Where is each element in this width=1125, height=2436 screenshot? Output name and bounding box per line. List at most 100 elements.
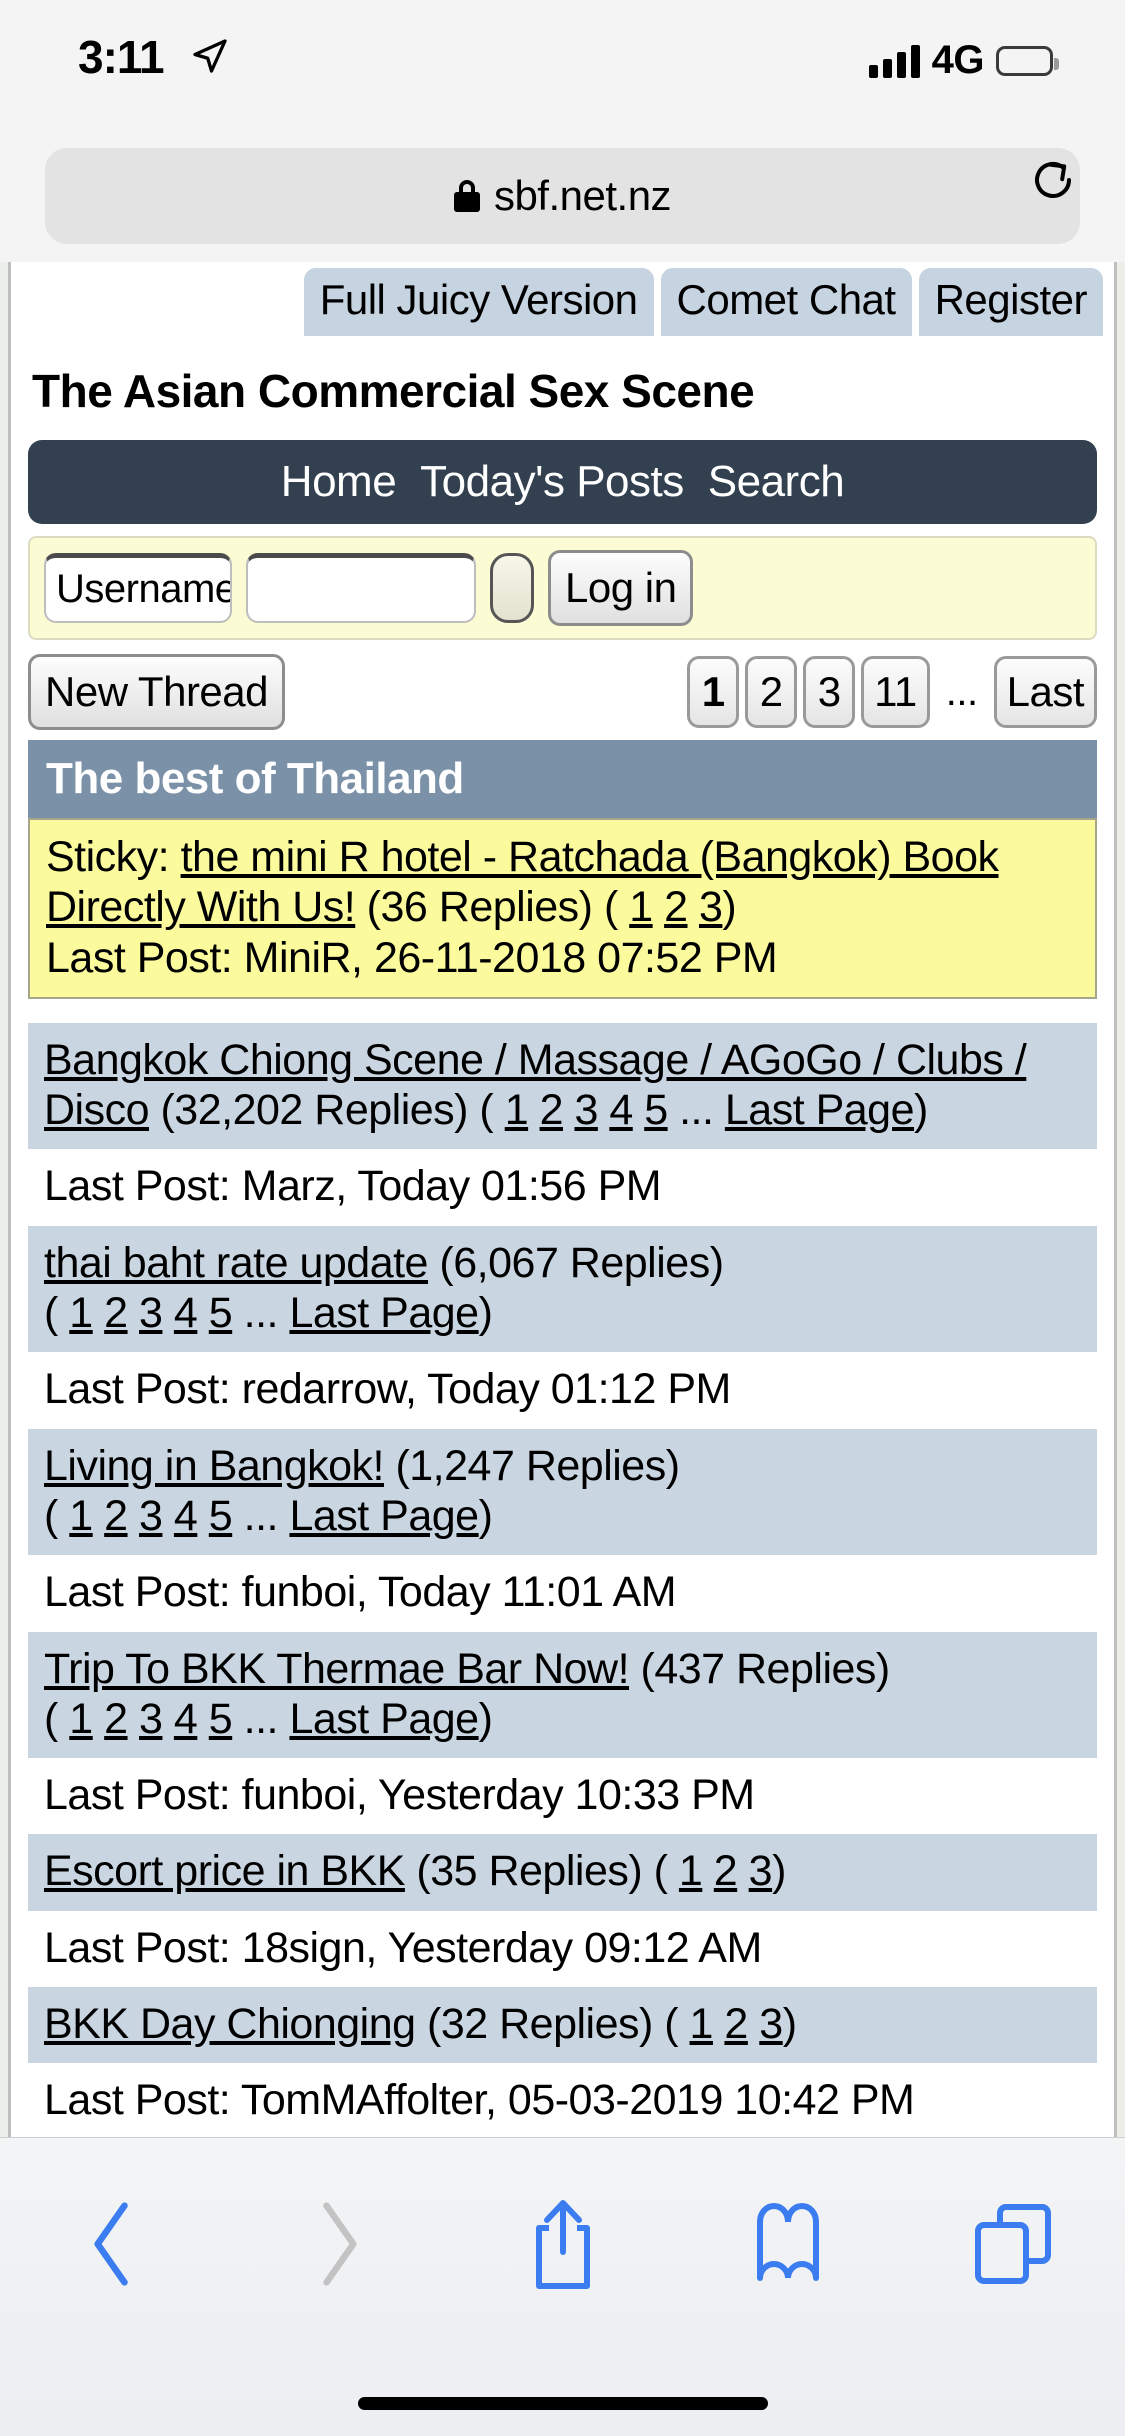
cellular-bars-icon [868, 44, 920, 78]
bookmarks-button[interactable] [675, 2202, 900, 2286]
table-row: Last Post: redarrow, Today 01:12 PM [28, 1352, 1097, 1429]
tab-full-juicy-version[interactable]: Full Juicy Version [303, 268, 654, 336]
phone-screen: 3:11 4G sbf.net.nz Full Juicy Version Co… [0, 0, 1125, 2436]
sticky-page-1[interactable]: 1 [629, 883, 653, 931]
battery-icon [996, 45, 1059, 76]
thread-page-3[interactable]: 3 [749, 1847, 773, 1895]
tab-register[interactable]: Register [918, 268, 1103, 336]
table-row: Last Post: funboi, Yesterday 10:33 PM [28, 1758, 1097, 1835]
thread-last-page-link[interactable]: Last Page [289, 1289, 479, 1337]
thread-ellipsis: ... [232, 1491, 290, 1540]
thread-ellipsis: ... [232, 1694, 290, 1743]
thread-page-5[interactable]: 5 [209, 1289, 233, 1337]
table-row: thai baht rate update (6,067 Replies) ( 1… [28, 1225, 1097, 1353]
nav-item-todays-posts[interactable]: Today's Posts [420, 457, 684, 507]
thread-link[interactable]: BKK Day Chionging [44, 2000, 416, 2048]
thread-suffix: ) [478, 1491, 493, 1540]
page-button-last[interactable]: Last [993, 656, 1097, 728]
thread-page-5[interactable]: 5 [209, 1695, 233, 1743]
sticky-page-2[interactable]: 2 [664, 883, 688, 931]
tab-comet-chat[interactable]: Comet Chat [660, 268, 912, 336]
username-input[interactable]: Username [44, 553, 232, 623]
thread-page-1[interactable]: 1 [679, 1847, 703, 1895]
thread-page-2[interactable]: 2 [540, 1086, 564, 1134]
nav-item-home[interactable]: Home [281, 457, 397, 507]
nav-item-search[interactable]: Search [708, 457, 845, 507]
chevron-left-icon [93, 2202, 128, 2286]
web-page-viewport[interactable]: Full Juicy Version Comet Chat Register T… [0, 262, 1125, 2137]
address-bar[interactable]: sbf.net.nz [45, 148, 1080, 244]
new-thread-button[interactable]: New Thread [28, 654, 286, 730]
location-arrow-icon [193, 39, 227, 73]
status-bar-time: 3:11 [78, 31, 165, 83]
thread-page-3[interactable]: 3 [759, 2000, 783, 2048]
page-button-2[interactable]: 2 [745, 656, 798, 728]
thread-suffix: ) [478, 1289, 493, 1338]
thread-page-3[interactable]: 3 [139, 1695, 163, 1743]
home-indicator [357, 2397, 768, 2410]
page-button-11[interactable]: 11 [861, 656, 930, 728]
sticky-thread: Sticky: the mini R hotel - Ratchada (Ban… [28, 818, 1097, 999]
tabs-icon [974, 2204, 1051, 2284]
thread-link[interactable]: Trip To BKK Thermae Bar Now! [44, 1645, 630, 1693]
login-bar: Username Log in [28, 536, 1097, 640]
thread-page-3[interactable]: 3 [574, 1086, 598, 1134]
thread-page-1[interactable]: 1 [69, 1695, 93, 1743]
thread-pages-prefix: ( [44, 1694, 70, 1743]
site-tab-strip: Full Juicy Version Comet Chat Register [14, 262, 1111, 336]
thread-last-page-link[interactable]: Last Page [289, 1695, 479, 1743]
thread-suffix: ) [772, 1847, 786, 1896]
share-button[interactable] [450, 2196, 675, 2292]
thread-page-3[interactable]: 3 [139, 1289, 163, 1337]
chevron-right-icon [322, 2202, 357, 2286]
thread-replies: (35 Replies) ( [404, 1847, 679, 1896]
thread-page-2[interactable]: 2 [104, 1289, 128, 1337]
page-button-1[interactable]: 1 [687, 656, 740, 728]
sticky-pages-suffix: ) [722, 883, 737, 932]
thread-page-5[interactable]: 5 [209, 1492, 233, 1540]
thread-pages-prefix: ( [44, 1491, 70, 1540]
table-row: Last Post: TomMAffolter, 05-03-2019 10:4… [28, 2063, 1097, 2137]
thread-page-1[interactable]: 1 [69, 1492, 93, 1540]
tabs-button[interactable] [900, 2201, 1125, 2287]
thread-page-1[interactable]: 1 [505, 1086, 529, 1134]
thread-ellipsis: ... [667, 1086, 725, 1135]
thread-link[interactable]: Escort price in BKK [44, 1847, 405, 1895]
log-in-button[interactable]: Log in [548, 550, 694, 626]
reload-icon[interactable] [1029, 156, 1077, 204]
pagination: 1 2 3 11 ... Last [687, 656, 1097, 728]
thread-page-2[interactable]: 2 [724, 2000, 748, 2048]
thread-link[interactable]: thai baht rate update [44, 1239, 428, 1287]
sticky-page-3[interactable]: 3 [699, 883, 723, 931]
thread-suffix: ) [782, 2000, 797, 2049]
thread-page-1[interactable]: 1 [69, 1289, 93, 1337]
table-row: Escort price in BKK (35 Replies) ( 1 2 3… [28, 1834, 1097, 1911]
page-button-3[interactable]: 3 [803, 656, 856, 728]
status-bar-indicators: 4G [868, 38, 1059, 83]
thread-page-3[interactable]: 3 [139, 1492, 163, 1540]
thread-list: Bangkok Chiong Scene / Massage / AGoGo /… [28, 1022, 1097, 2137]
password-input[interactable] [246, 553, 476, 623]
share-icon [535, 2200, 590, 2289]
sticky-prefix: Sticky: [46, 833, 181, 881]
thread-last-page-link[interactable]: Last Page [725, 1086, 915, 1134]
thread-page-4[interactable]: 4 [174, 1492, 198, 1540]
back-button[interactable] [0, 2198, 225, 2290]
thread-page-2[interactable]: 2 [714, 1847, 738, 1895]
forward-button[interactable] [225, 2198, 450, 2290]
thread-page-4[interactable]: 4 [609, 1086, 633, 1134]
thread-page-4[interactable]: 4 [174, 1289, 198, 1337]
thread-page-2[interactable]: 2 [104, 1492, 128, 1540]
table-row: BKK Day Chionging (32 Replies) ( 1 2 3) [28, 1987, 1097, 2064]
thread-last-page-link[interactable]: Last Page [289, 1492, 479, 1540]
network-type-label: 4G [931, 38, 985, 82]
thread-replies: (32 Replies) ( [415, 2000, 690, 2049]
thread-page-5[interactable]: 5 [644, 1086, 668, 1134]
section-header: The best of Thailand [28, 740, 1097, 818]
thread-link[interactable]: Living in Bangkok! [44, 1442, 385, 1490]
thread-page-1[interactable]: 1 [690, 2000, 714, 2048]
thread-page-4[interactable]: 4 [174, 1695, 198, 1743]
remember-me-toggle[interactable] [490, 553, 534, 623]
thread-page-2[interactable]: 2 [104, 1695, 128, 1743]
table-row: Last Post: funboi, Today 11:01 AM [28, 1555, 1097, 1632]
